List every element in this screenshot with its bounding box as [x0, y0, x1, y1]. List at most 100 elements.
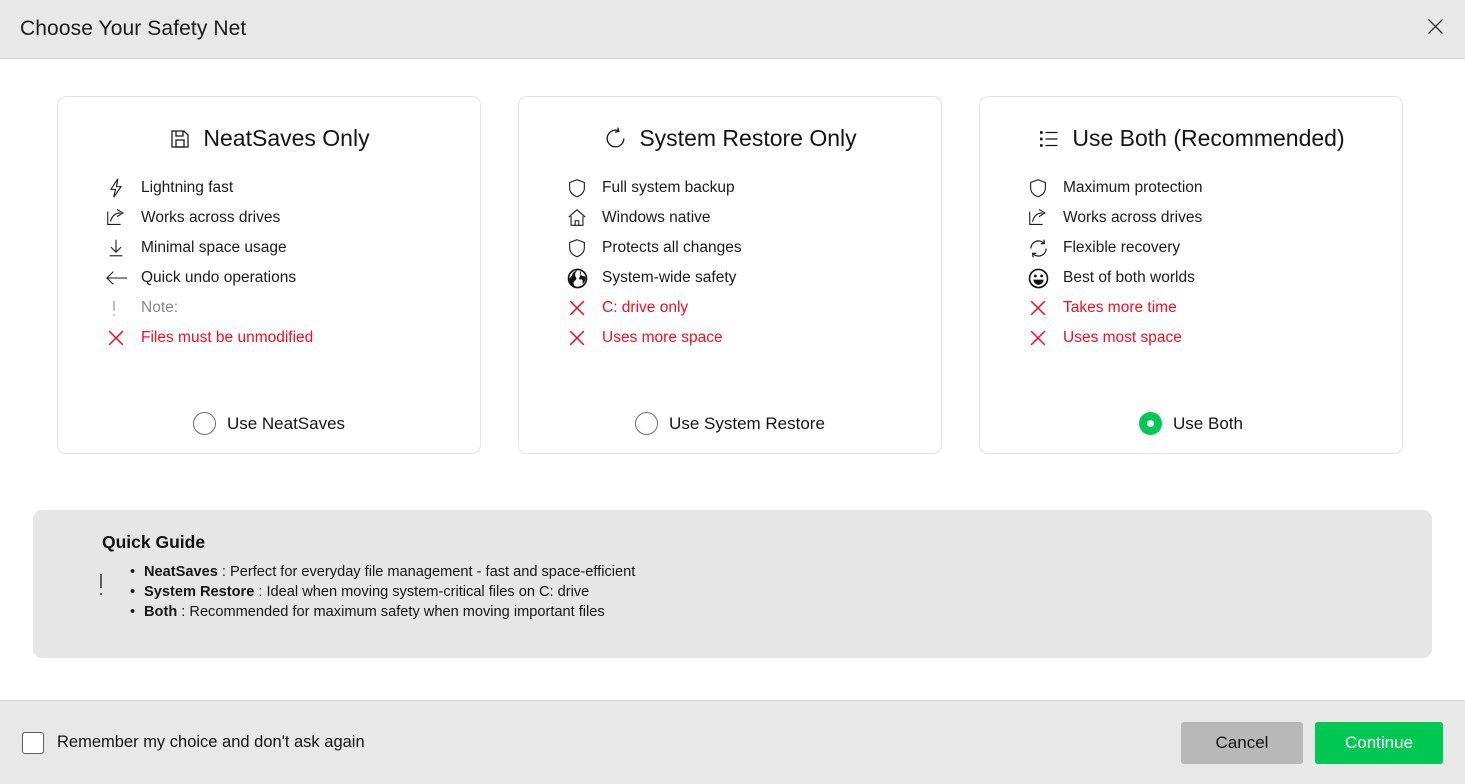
x-mark-icon [566, 327, 602, 349]
feature-label: Flexible recovery [1063, 239, 1180, 257]
close-button[interactable] [1413, 9, 1457, 49]
feature-item: Works across drives [1027, 203, 1402, 233]
feature-label: Maximum protection [1063, 179, 1203, 197]
feature-item: Flexible recovery [1027, 233, 1402, 263]
share-export-icon [105, 207, 141, 229]
guide-sep: : [177, 604, 189, 620]
x-mark-icon [105, 327, 141, 349]
back-arrow-icon [105, 267, 141, 289]
feature-item: Full system backup [566, 173, 941, 203]
x-mark-icon [1027, 327, 1063, 349]
continue-button[interactable]: Continue [1315, 722, 1443, 764]
radio-use-both[interactable]: Use Both [980, 394, 1402, 435]
card-title-text: System Restore Only [639, 125, 856, 152]
guide-text: Recommended for maximum safety when movi… [189, 604, 604, 620]
radio-indicator-selected[interactable] [1139, 412, 1162, 435]
lightning-bolt-icon [105, 177, 141, 199]
bulleted-list-icon [1037, 127, 1061, 151]
radio-use-system-restore[interactable]: Use System Restore [519, 394, 941, 435]
download-arrow-icon [105, 237, 141, 259]
feature-item: Windows native [566, 203, 941, 233]
shield-icon [1027, 177, 1063, 199]
guide-term: NeatSaves [144, 564, 218, 580]
feature-label: Lightning fast [141, 179, 233, 197]
exclamation-icon [105, 297, 141, 319]
feature-item-con: Uses most space [1027, 323, 1402, 353]
guide-sep: : [254, 584, 266, 600]
radio-label: Use NeatSaves [227, 414, 345, 434]
feature-item: Lightning fast [105, 173, 480, 203]
feature-item: Maximum protection [1027, 173, 1402, 203]
safety-net-dialog: Choose Your Safety Net N [0, 0, 1465, 784]
list-item: Both : Recommended for maximum safety wh… [130, 602, 1432, 622]
guide-sep: : [218, 564, 230, 580]
feature-item-con: Uses more space [566, 323, 941, 353]
smiley-face-icon [1027, 267, 1063, 290]
feature-label: System-wide safety [602, 269, 736, 287]
x-mark-icon [1027, 297, 1063, 319]
card-title-text: NeatSaves Only [203, 125, 369, 152]
radio-indicator[interactable] [193, 412, 216, 435]
feature-item: Works across drives [105, 203, 480, 233]
recycle-refresh-icon [1027, 237, 1063, 260]
feature-item-con: Takes more time [1027, 293, 1402, 323]
feature-label: Works across drives [1063, 209, 1202, 227]
feature-label: Takes more time [1063, 299, 1177, 317]
card-header: System Restore Only [519, 125, 941, 152]
feature-item-note: Note: [105, 293, 480, 323]
radio-label: Use System Restore [669, 414, 825, 434]
exclamation-icon [95, 572, 107, 602]
feature-item: System-wide safety [566, 263, 941, 293]
shield-icon [566, 237, 602, 259]
feature-label: Minimal space usage [141, 239, 287, 257]
feature-label: Uses more space [602, 329, 723, 347]
remember-choice-checkbox[interactable] [22, 732, 44, 754]
feature-list: Maximum protection Works across drives [980, 173, 1402, 353]
globe-icon [566, 267, 602, 290]
feature-list: Lightning fast Works across drives [58, 173, 480, 353]
feature-label: Best of both worlds [1063, 269, 1195, 287]
dialog-footer: Remember my choice and don't ask again C… [0, 700, 1465, 784]
option-card-system-restore-only[interactable]: System Restore Only Full system backup [518, 96, 942, 454]
feature-label: Note: [141, 299, 178, 317]
shield-icon [566, 177, 602, 199]
save-floppy-icon [168, 127, 192, 151]
share-export-icon [1027, 207, 1063, 229]
feature-item: Protects all changes [566, 233, 941, 263]
feature-label: Windows native [602, 209, 711, 227]
feature-label: C: drive only [602, 299, 688, 317]
option-card-neatsaves-only[interactable]: NeatSaves Only Lightning fast [57, 96, 481, 454]
cancel-button[interactable]: Cancel [1181, 722, 1303, 764]
list-item: System Restore : Ideal when moving syste… [130, 582, 1432, 602]
guide-term: System Restore [144, 584, 254, 600]
feature-item: Best of both worlds [1027, 263, 1402, 293]
home-icon [566, 207, 602, 229]
quick-guide-list: NeatSaves : Perfect for everyday file ma… [130, 562, 1432, 622]
feature-label: Quick undo operations [141, 269, 296, 287]
list-item: NeatSaves : Perfect for everyday file ma… [130, 562, 1432, 582]
remember-choice-label: Remember my choice and don't ask again [57, 733, 365, 752]
quick-guide-panel: Quick Guide NeatSaves : Perfect for ever… [33, 510, 1432, 658]
feature-item-con: Files must be unmodified [105, 323, 480, 353]
guide-text: Perfect for everyday file management - f… [230, 564, 635, 580]
radio-label: Use Both [1173, 414, 1243, 434]
feature-item-con: C: drive only [566, 293, 941, 323]
feature-label: Files must be unmodified [141, 329, 313, 347]
quick-guide-title: Quick Guide [102, 532, 1432, 553]
guide-term: Both [144, 604, 177, 620]
restore-refresh-icon [603, 126, 628, 151]
guide-text: Ideal when moving system-critical files … [267, 584, 590, 600]
option-cards: NeatSaves Only Lightning fast [0, 59, 1465, 454]
x-mark-icon [566, 297, 602, 319]
close-icon [1427, 18, 1444, 40]
card-title-text: Use Both (Recommended) [1072, 125, 1344, 152]
radio-indicator[interactable] [635, 412, 658, 435]
radio-use-neatsaves[interactable]: Use NeatSaves [58, 394, 480, 435]
feature-item: Quick undo operations [105, 263, 480, 293]
feature-item: Minimal space usage [105, 233, 480, 263]
feature-label: Uses most space [1063, 329, 1182, 347]
dialog-titlebar: Choose Your Safety Net [0, 0, 1465, 59]
remember-choice-row[interactable]: Remember my choice and don't ask again [22, 732, 365, 754]
option-card-use-both[interactable]: Use Both (Recommended) Maximum protectio… [979, 96, 1403, 454]
card-header: Use Both (Recommended) [980, 125, 1402, 152]
